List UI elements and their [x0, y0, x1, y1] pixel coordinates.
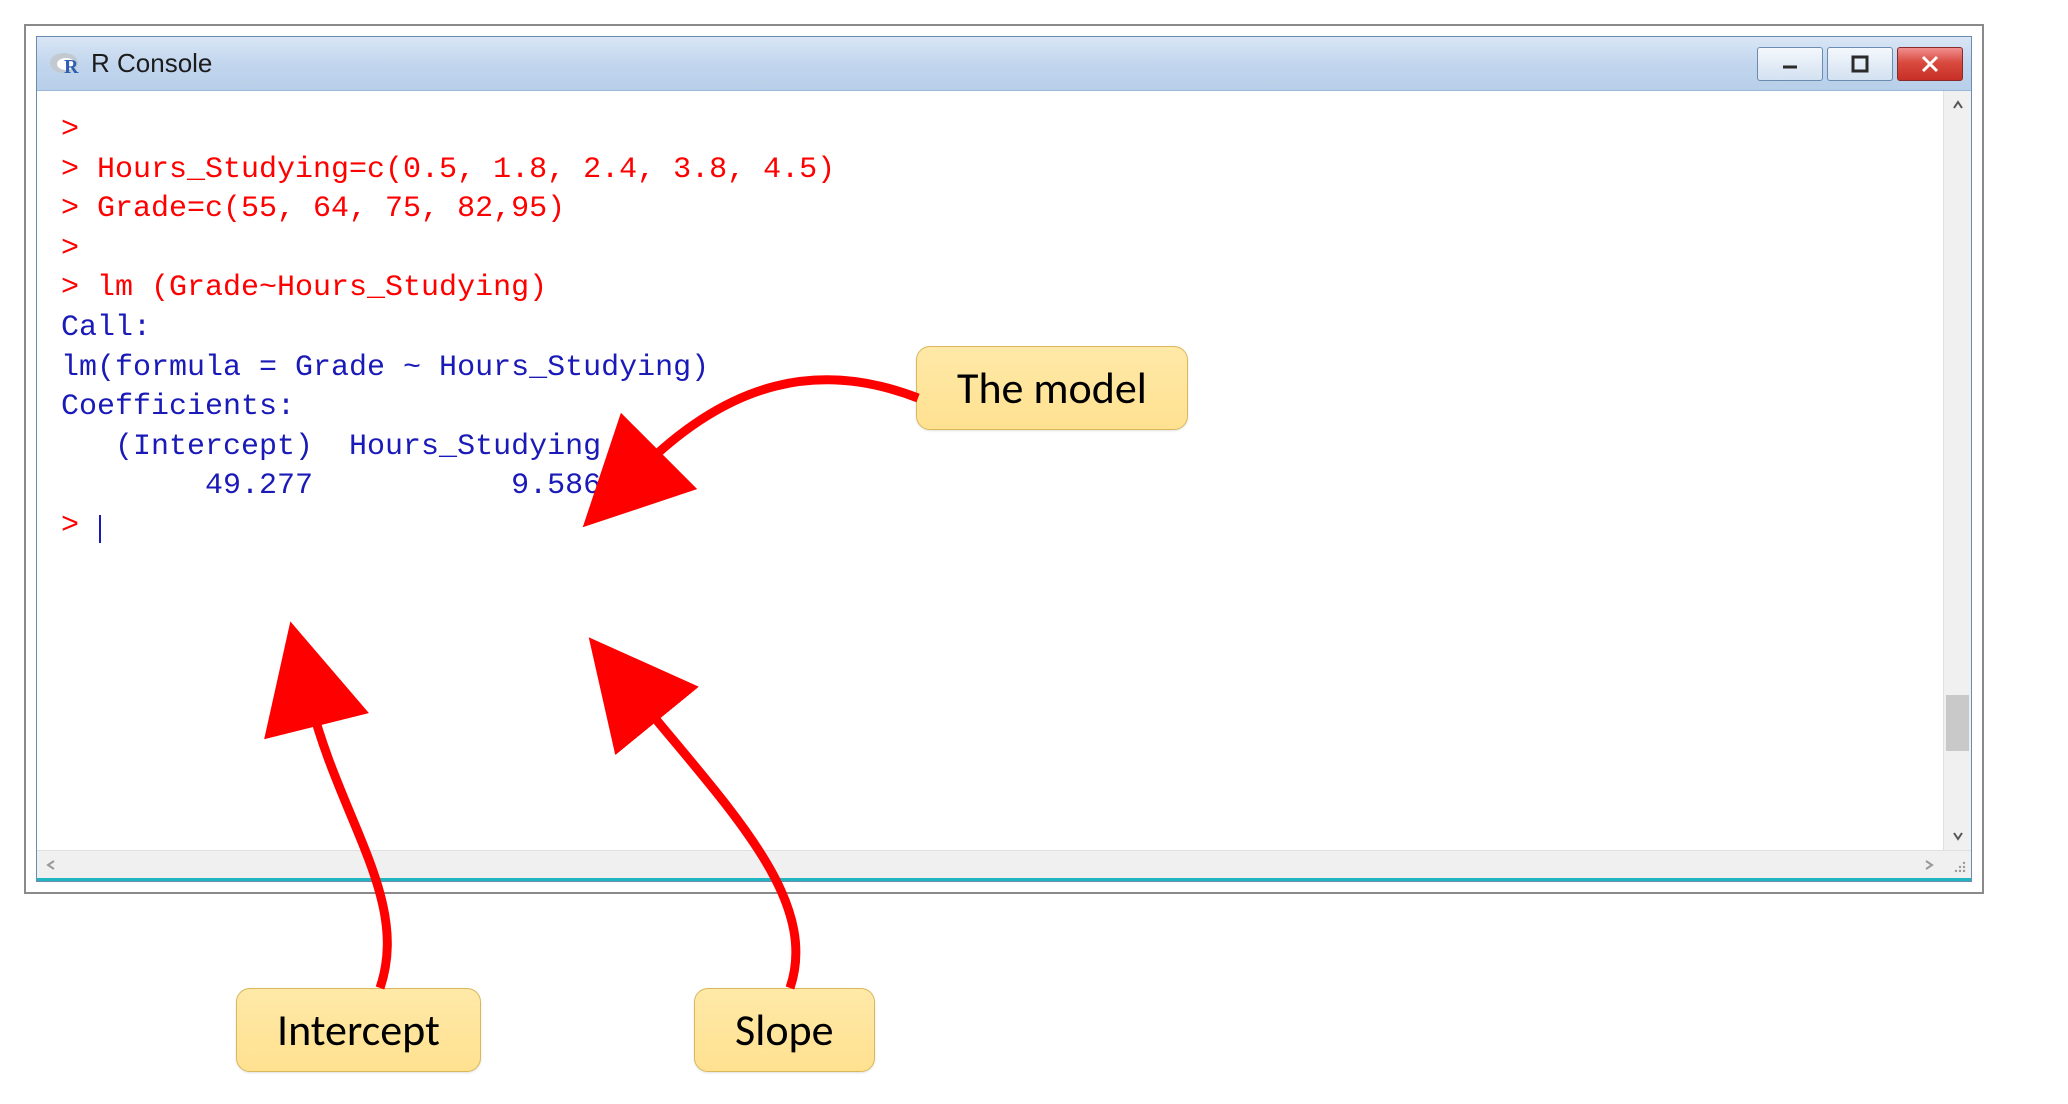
minimize-icon — [1780, 54, 1800, 74]
cursor — [99, 515, 101, 543]
scroll-down-arrow-icon[interactable] — [1944, 822, 1971, 850]
console-line: (Intercept) Hours_Studying — [61, 428, 1933, 468]
window-title: R Console — [91, 48, 1757, 79]
scroll-track[interactable] — [1944, 119, 1971, 822]
console-line: 49.277 9.586 — [61, 467, 1933, 507]
console-line: > lm (Grade~Hours_Studying) — [61, 269, 1933, 309]
annotation-intercept: Intercept — [236, 988, 481, 1072]
window-controls — [1757, 47, 1963, 81]
annotation-model: The model — [916, 346, 1188, 430]
scroll-up-arrow-icon[interactable] — [1944, 91, 1971, 119]
scroll-left-arrow-icon[interactable] — [37, 851, 65, 878]
console-line: > Grade=c(55, 64, 75, 82,95) — [61, 190, 1933, 230]
window-bottom-accent — [37, 878, 1971, 881]
console-line: > — [61, 230, 1933, 270]
maximize-button[interactable] — [1827, 47, 1893, 81]
titlebar[interactable]: R R Console — [37, 37, 1971, 91]
svg-text:R: R — [64, 56, 79, 78]
console-line: Call: — [61, 309, 1933, 349]
minimize-button[interactable] — [1757, 47, 1823, 81]
content-area: >> Hours_Studying=c(0.5, 1.8, 2.4, 3.8, … — [37, 91, 1971, 850]
close-icon — [1920, 54, 1940, 74]
scroll-thumb[interactable] — [1946, 695, 1969, 751]
annotation-slope: Slope — [694, 988, 875, 1072]
horizontal-scrollbar[interactable] — [37, 850, 1971, 878]
scroll-right-arrow-icon[interactable] — [1915, 851, 1943, 878]
close-button[interactable] — [1897, 47, 1963, 81]
r-logo-icon: R — [49, 50, 81, 78]
outer-frame: R R Console >> Hours_St — [24, 24, 1984, 894]
vertical-scrollbar[interactable] — [1943, 91, 1971, 850]
console-line: > — [61, 507, 1933, 547]
r-console-window: R R Console >> Hours_St — [36, 36, 1972, 882]
console-line: > Hours_Studying=c(0.5, 1.8, 2.4, 3.8, 4… — [61, 151, 1933, 191]
console-line: > — [61, 111, 1933, 151]
hscroll-track[interactable] — [65, 851, 1915, 878]
console-output[interactable]: >> Hours_Studying=c(0.5, 1.8, 2.4, 3.8, … — [37, 91, 1943, 850]
resize-grip-icon[interactable] — [1943, 851, 1971, 878]
maximize-icon — [1850, 54, 1870, 74]
